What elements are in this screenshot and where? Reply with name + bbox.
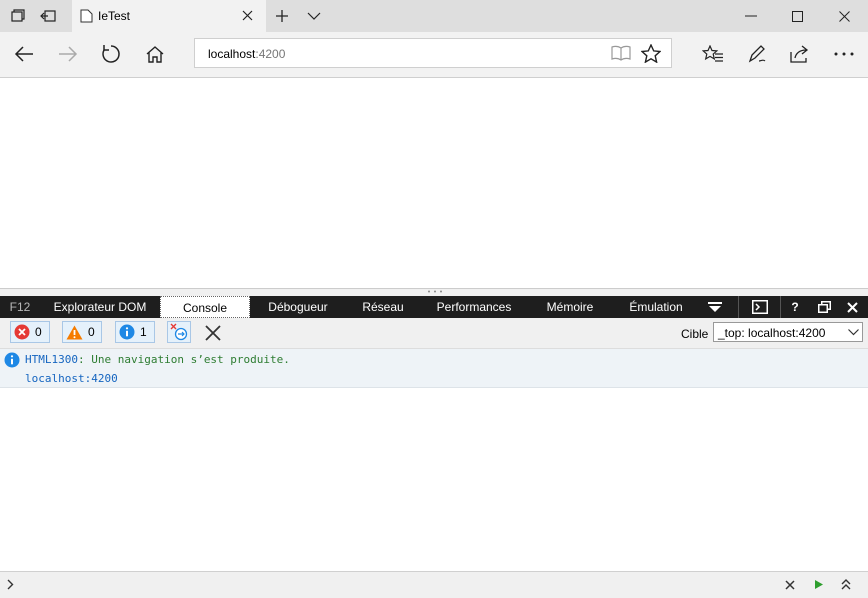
error-icon xyxy=(14,324,30,340)
close-tab-icon[interactable] xyxy=(242,10,253,21)
maximize-icon[interactable] xyxy=(774,0,820,32)
console-toggle-icon[interactable] xyxy=(752,300,768,314)
clear-on-navigate-button[interactable] xyxy=(167,321,191,343)
info-icon xyxy=(119,324,135,340)
new-tab-icon[interactable] xyxy=(268,0,296,32)
close-devtools-icon[interactable] xyxy=(847,302,858,313)
address-port: :4200 xyxy=(255,47,286,61)
tab-console[interactable]: Console xyxy=(160,296,250,318)
page-icon xyxy=(80,9,93,23)
expand-chevron-up-icon[interactable] xyxy=(841,578,851,590)
errors-filter-button[interactable]: 0 xyxy=(10,321,50,343)
tab-emulation[interactable]: Émulation xyxy=(614,296,698,318)
clear-input-icon[interactable] xyxy=(785,580,795,590)
message-code: HTML1300 xyxy=(25,353,78,366)
tab-memory[interactable]: Mémoire xyxy=(530,296,610,318)
prompt-chevron-icon xyxy=(7,579,14,590)
clear-on-navigate-icon xyxy=(170,323,188,341)
console-toolbar: 0 0 1 Cible _top: localhost:4200 xyxy=(0,318,868,349)
grip-dots-icon xyxy=(428,290,442,293)
refresh-icon[interactable] xyxy=(93,36,129,72)
tab-dom-explorer[interactable]: Explorateur DOM xyxy=(40,296,160,318)
clear-console-icon[interactable] xyxy=(205,325,221,341)
reading-view-icon[interactable] xyxy=(611,45,631,61)
tab-title: IeTest xyxy=(98,9,131,23)
info-filter-button[interactable]: 1 xyxy=(115,321,155,343)
address-bar[interactable]: localhost:4200 xyxy=(194,38,672,68)
message-text: : Une navigation s’est produite. xyxy=(77,353,290,366)
warnings-filter-button[interactable]: 0 xyxy=(62,321,102,343)
console-message: HTML1300: Une navigation s’est produite.… xyxy=(0,349,868,388)
message-source-link[interactable]: localhost:4200 xyxy=(25,372,118,385)
close-window-icon[interactable] xyxy=(820,0,868,32)
info-icon xyxy=(4,352,20,368)
chevron-down-icon xyxy=(848,329,859,336)
target-label: Cible xyxy=(681,327,709,341)
more-tabs-chevron-icon[interactable] xyxy=(708,302,722,313)
navigation-bar: localhost:4200 xyxy=(0,32,868,78)
title-bar: IeTest xyxy=(0,0,868,32)
info-count: 1 xyxy=(140,325,147,339)
warning-icon xyxy=(66,325,83,339)
set-tabs-aside-icon[interactable] xyxy=(34,0,62,32)
target-select[interactable]: _top: localhost:4200 xyxy=(713,322,863,342)
page-content xyxy=(0,78,868,288)
minimize-icon[interactable] xyxy=(728,0,774,32)
favorites-hub-icon[interactable] xyxy=(695,36,731,72)
home-icon[interactable] xyxy=(137,36,173,72)
divider xyxy=(738,296,739,318)
undock-icon[interactable] xyxy=(818,301,831,313)
errors-count: 0 xyxy=(35,325,42,339)
tabs-aside-icon[interactable] xyxy=(4,0,32,32)
tab-debugger[interactable]: Débogueur xyxy=(252,296,344,318)
help-button[interactable]: ? xyxy=(786,296,804,318)
favorite-star-icon[interactable] xyxy=(641,44,661,63)
forward-arrow-icon[interactable] xyxy=(50,36,86,72)
browser-tab[interactable]: IeTest xyxy=(72,0,266,32)
warnings-count: 0 xyxy=(88,325,95,339)
target-select-value: _top: localhost:4200 xyxy=(718,326,826,340)
more-menu-icon[interactable] xyxy=(826,36,862,72)
run-play-icon[interactable] xyxy=(814,579,824,590)
tab-network[interactable]: Réseau xyxy=(346,296,420,318)
tab-preview-chevron-down-icon[interactable] xyxy=(300,0,328,32)
console-input-bar[interactable] xyxy=(0,571,868,598)
tab-performance[interactable]: Performances xyxy=(422,296,526,318)
web-note-pen-icon[interactable] xyxy=(739,36,775,72)
share-icon[interactable] xyxy=(782,36,818,72)
devtools-tab-bar: F12 Explorateur DOM Console Débogueur Ré… xyxy=(0,296,868,318)
back-arrow-icon[interactable] xyxy=(6,36,42,72)
divider xyxy=(780,296,781,318)
address-host: localhost xyxy=(208,47,256,61)
f12-label: F12 xyxy=(9,300,31,314)
